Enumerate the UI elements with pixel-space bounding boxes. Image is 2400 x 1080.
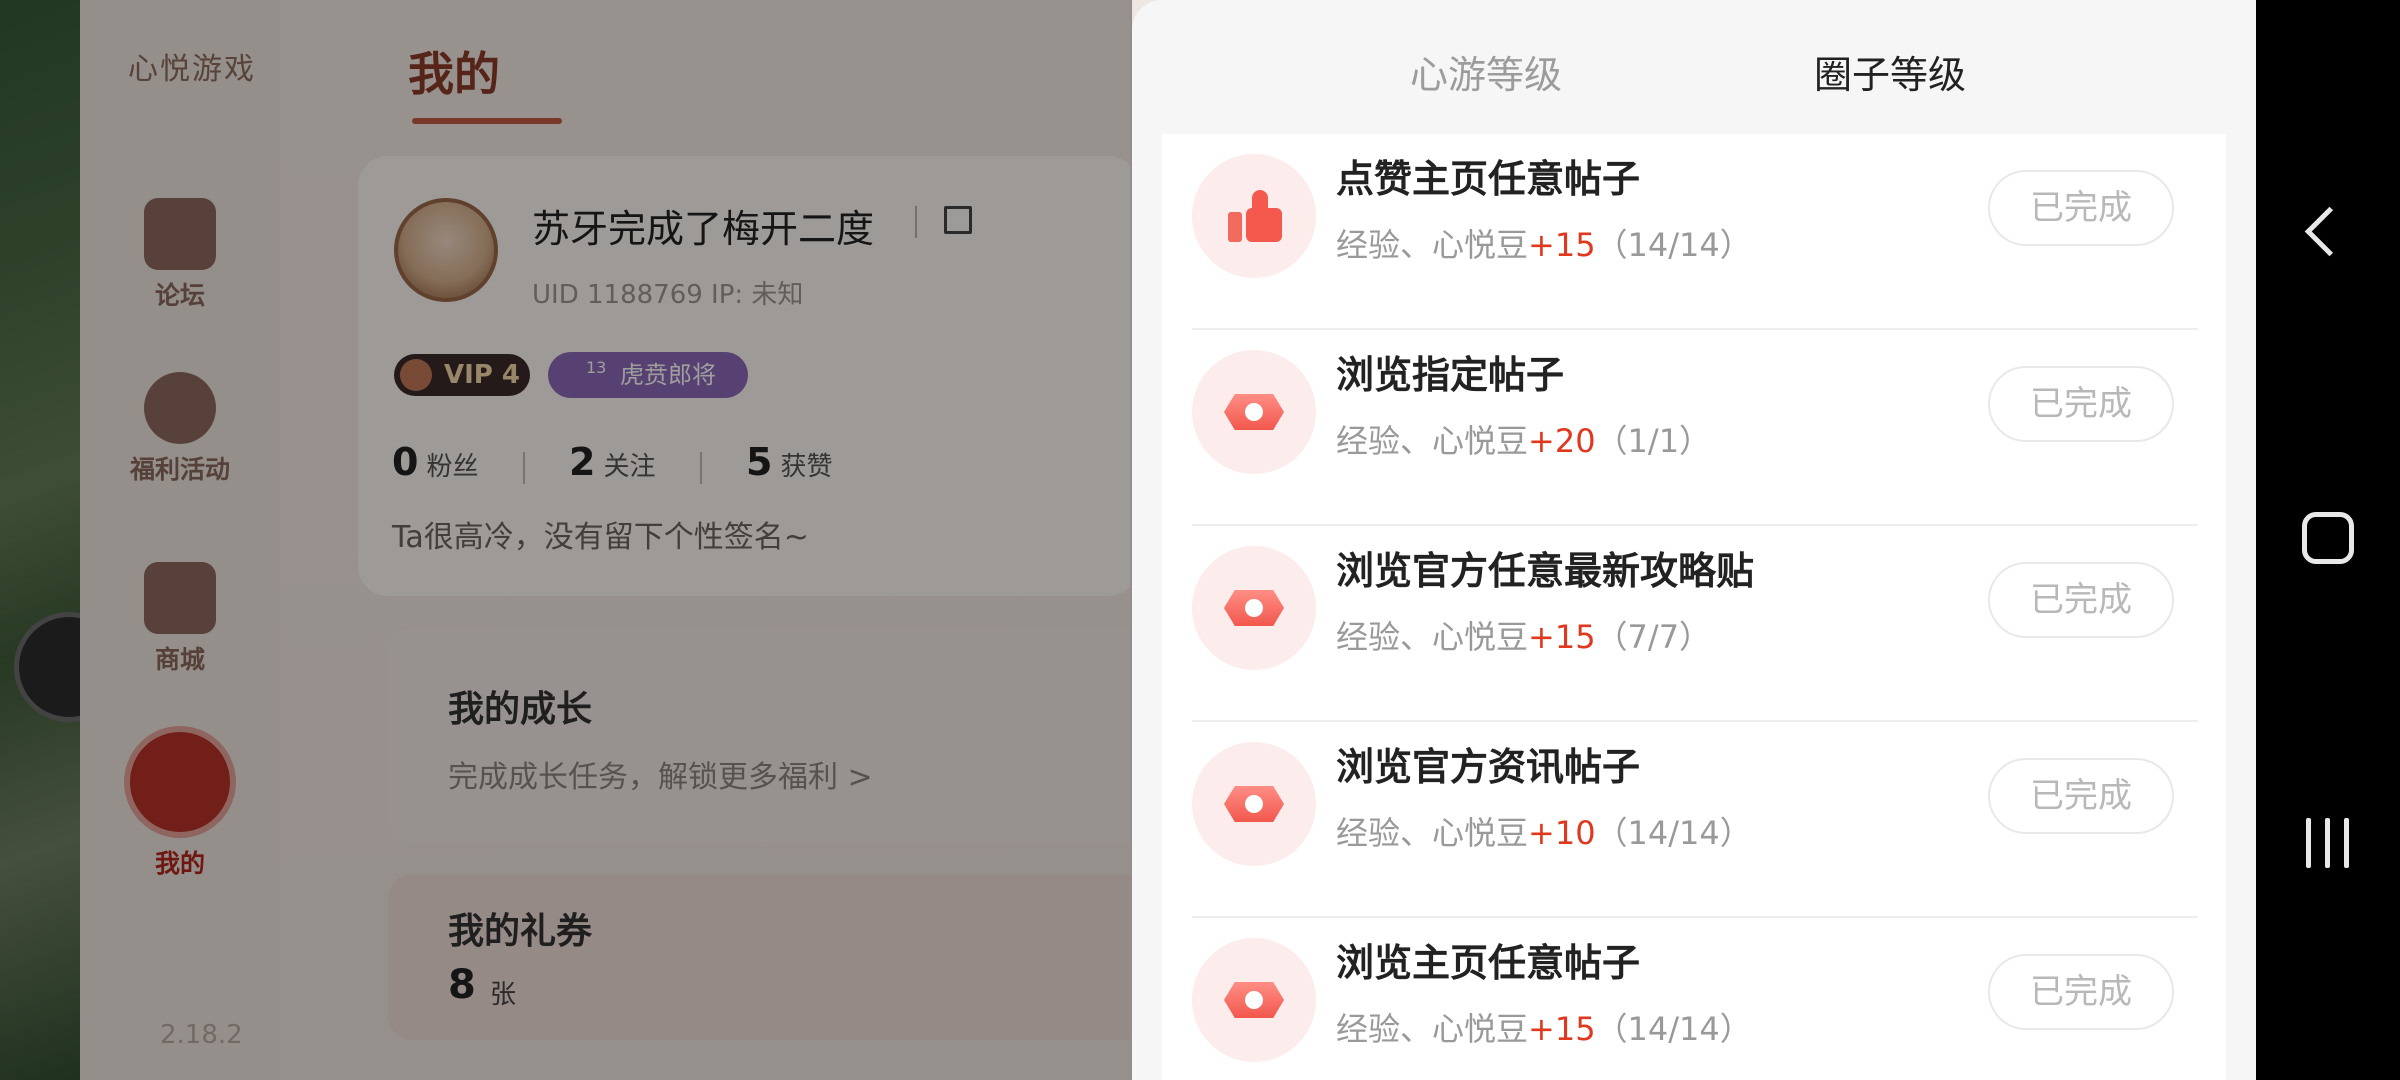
task-progress: （1/1）: [1595, 422, 1712, 460]
completed-button[interactable]: 已完成: [1988, 954, 2174, 1030]
task-points: +15: [1528, 1010, 1596, 1048]
task-title: 浏览官方任意最新攻略贴: [1336, 549, 1755, 593]
task-progress: （7/7）: [1595, 618, 1712, 656]
tab-xinyou-level[interactable]: 心游等级: [1410, 44, 1562, 99]
task-reward: 经验、心悦豆+15（14/14）: [1336, 226, 1752, 264]
task-icon-bg: [1192, 938, 1316, 1062]
task-title: 浏览官方资讯帖子: [1336, 745, 1641, 789]
task-icon-bg: [1192, 154, 1316, 278]
task-points: +10: [1528, 814, 1596, 852]
eye-hexagon-icon: [1224, 590, 1284, 626]
eye-hexagon-icon: [1224, 982, 1284, 1018]
task-reward: 经验、心悦豆+20（1/1）: [1336, 422, 1712, 460]
thumb-up-icon: [1228, 190, 1282, 242]
tab-circle-level[interactable]: 圈子等级: [1814, 44, 1966, 99]
task-progress: （14/14）: [1595, 814, 1752, 852]
task-title: 浏览主页任意帖子: [1336, 941, 1641, 985]
completed-button[interactable]: 已完成: [1988, 366, 2174, 442]
task-icon-bg: [1192, 546, 1316, 670]
task-row: 浏览官方任意最新攻略贴 经验、心悦豆+15（7/7） 已完成: [1192, 526, 2198, 722]
completed-button[interactable]: 已完成: [1988, 758, 2174, 834]
task-list: 点赞主页任意帖子 经验、心悦豆+15（14/14） 已完成 浏览指定帖子 经验、…: [1162, 134, 2226, 1080]
task-progress: （14/14）: [1595, 226, 1752, 264]
recent-apps-icon[interactable]: [2306, 818, 2350, 868]
task-points: +15: [1528, 618, 1596, 656]
completed-button[interactable]: 已完成: [1988, 562, 2174, 638]
eye-hexagon-icon: [1224, 786, 1284, 822]
task-reward: 经验、心悦豆+10（14/14）: [1336, 814, 1752, 852]
task-row: 浏览主页任意帖子 经验、心悦豆+15（14/14） 已完成: [1192, 918, 2198, 1080]
task-icon-bg: [1192, 742, 1316, 866]
task-icon-bg: [1192, 350, 1316, 474]
task-title: 点赞主页任意帖子: [1336, 157, 1641, 201]
dim-overlay[interactable]: [0, 0, 1132, 1080]
level-task-panel: 心游等级 圈子等级 点赞主页任意帖子 经验、心悦豆+15（14/14） 已完成 …: [1132, 0, 2256, 1080]
task-points: +20: [1528, 422, 1596, 460]
task-row: 浏览官方资讯帖子 经验、心悦豆+10（14/14） 已完成: [1192, 722, 2198, 918]
task-title: 浏览指定帖子: [1336, 353, 1565, 397]
task-progress: （14/14）: [1595, 1010, 1752, 1048]
completed-button[interactable]: 已完成: [1988, 170, 2174, 246]
eye-hexagon-icon: [1224, 394, 1284, 430]
task-row: 点赞主页任意帖子 经验、心悦豆+15（14/14） 已完成: [1192, 134, 2198, 330]
task-row: 浏览指定帖子 经验、心悦豆+20（1/1） 已完成: [1192, 330, 2198, 526]
task-points: +15: [1528, 226, 1596, 264]
task-reward: 经验、心悦豆+15（7/7）: [1336, 618, 1712, 656]
task-reward: 经验、心悦豆+15（14/14）: [1336, 1010, 1752, 1048]
home-icon[interactable]: [2302, 512, 2354, 564]
